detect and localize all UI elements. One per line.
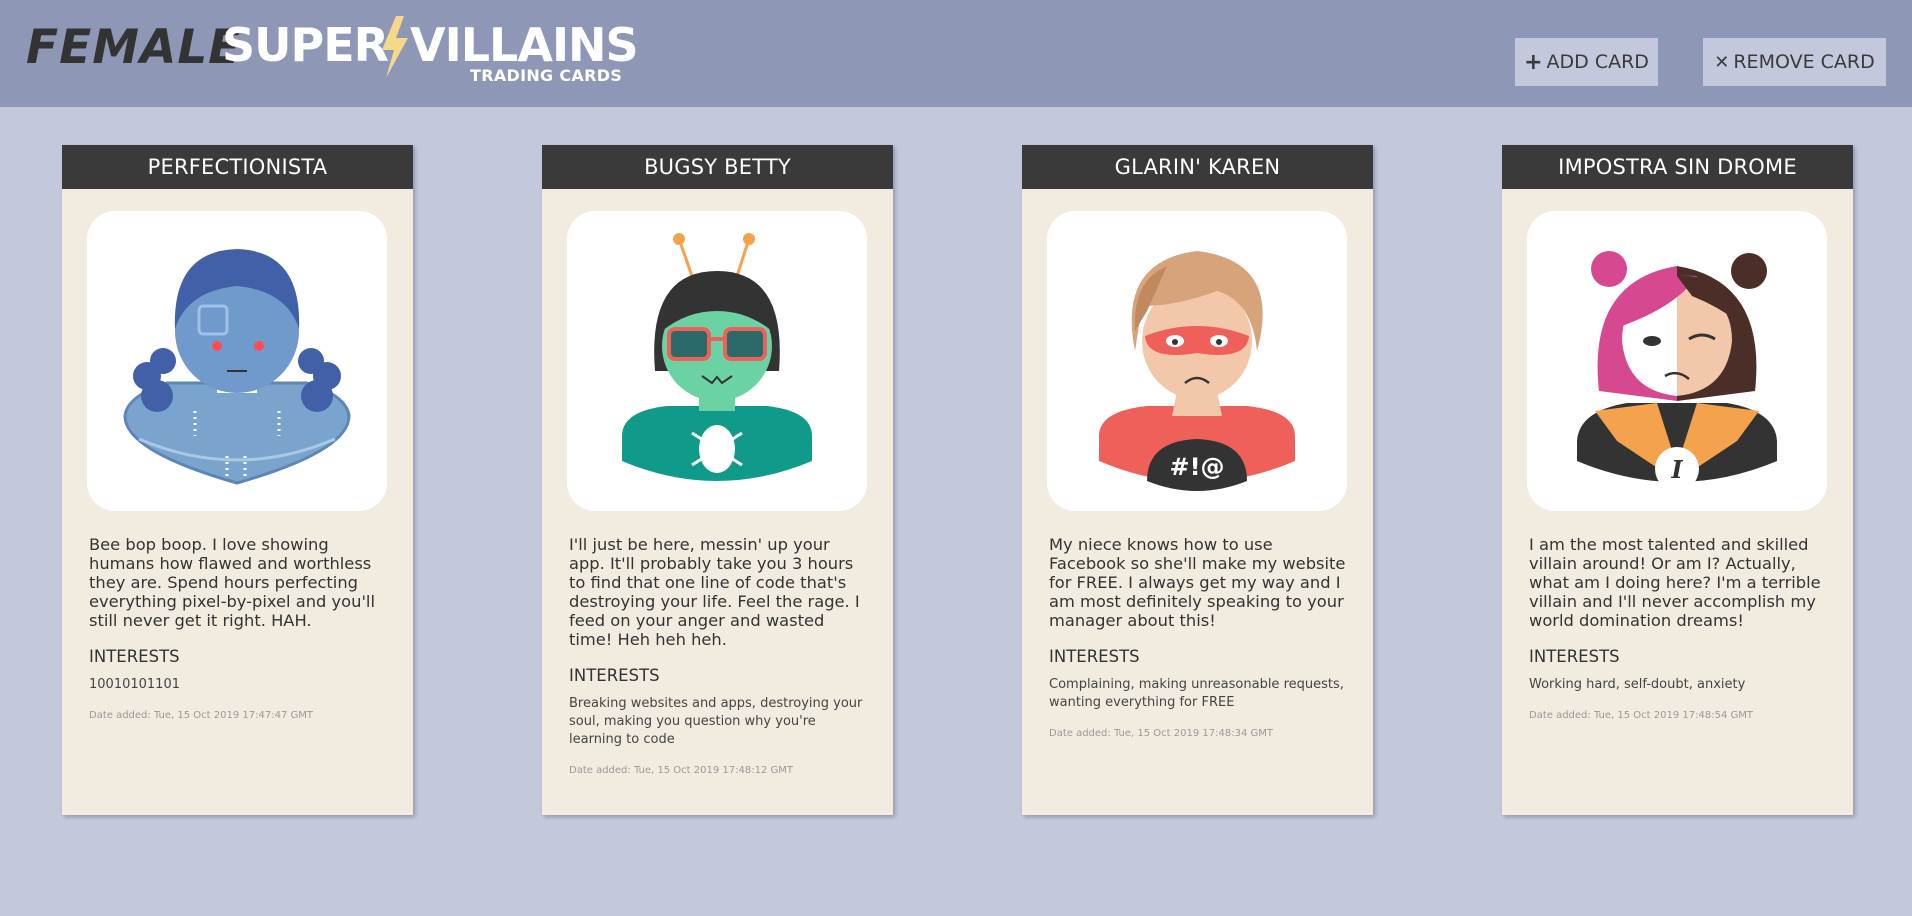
card-title: BUGSY BETTY (542, 145, 893, 189)
card-bio: My niece knows how to use Facebook so sh… (1049, 535, 1346, 630)
interests-heading: INTERESTS (1529, 647, 1620, 666)
interests-heading: INTERESTS (1049, 647, 1140, 666)
date-added: Date added: Tue, 15 Oct 2019 17:48:12 GM… (569, 765, 793, 776)
logo-female: FEMALE (26, 20, 242, 75)
bug-villain-portrait (567, 211, 867, 511)
card-bio: I'll just be here, messin' up your app. … (569, 535, 860, 649)
card-bio: Bee bop boop. I love showing humans how … (89, 535, 375, 630)
logo-super: SUPER (222, 18, 389, 72)
add-card-label: ADD CARD (1546, 51, 1649, 73)
card-bio: I am the most talented and skilled villa… (1529, 535, 1821, 630)
villain-card[interactable]: GLARIN' KAREN #!@ My niece knows how to … (1022, 145, 1373, 815)
card-interests: Complaining, making unreasonable request… (1049, 677, 1344, 710)
logo-villains: VILLAINS (410, 18, 639, 72)
card-title: PERFECTIONISTA (62, 145, 413, 189)
card-interests: Breaking websites and apps, destroying y… (569, 696, 863, 747)
interests-heading: INTERESTS (89, 647, 180, 666)
site-logo[interactable]: FEMALE SUPER VILLAINS TRADING CARDS (26, 16, 639, 88)
add-card-button[interactable]: + ADD CARD (1515, 38, 1658, 86)
plus-icon: + (1524, 49, 1543, 75)
date-added: Date added: Tue, 15 Oct 2019 17:48:34 GM… (1049, 728, 1273, 739)
lightning-bolt-icon (382, 16, 408, 78)
villain-card[interactable]: IMPOSTRA SIN DROME I I am the most talen… (1502, 145, 1853, 815)
header: FEMALE SUPER VILLAINS TRADING CARDS + AD… (0, 0, 1912, 107)
villain-card[interactable]: PERFECTIONISTA Bee bop boop. I love show… (62, 145, 413, 815)
remove-card-button[interactable]: ✕ REMOVE CARD (1703, 38, 1886, 86)
remove-card-label: REMOVE CARD (1733, 51, 1875, 73)
date-added: Date added: Tue, 15 Oct 2019 17:48:54 GM… (1529, 710, 1753, 721)
card-interests: 10010101101 (89, 677, 180, 692)
karen-villain-portrait: #!@ (1047, 211, 1347, 511)
logo-subtitle: TRADING CARDS (470, 66, 623, 85)
villain-card[interactable]: BUGSY BETTY I'll just be here, messin' u… (542, 145, 893, 815)
impostor-villain-portrait: I (1527, 211, 1827, 511)
shirt-text: #!@ (1169, 453, 1224, 481)
close-icon: ✕ (1714, 51, 1730, 73)
card-interests: Working hard, self-doubt, anxiety (1529, 677, 1746, 692)
card-title: IMPOSTRA SIN DROME (1502, 145, 1853, 189)
emblem-text: I (1670, 455, 1683, 484)
robot-villain-portrait (87, 211, 387, 511)
date-added: Date added: Tue, 15 Oct 2019 17:47:47 GM… (89, 710, 313, 721)
interests-heading: INTERESTS (569, 666, 660, 685)
card-title: GLARIN' KAREN (1022, 145, 1373, 189)
